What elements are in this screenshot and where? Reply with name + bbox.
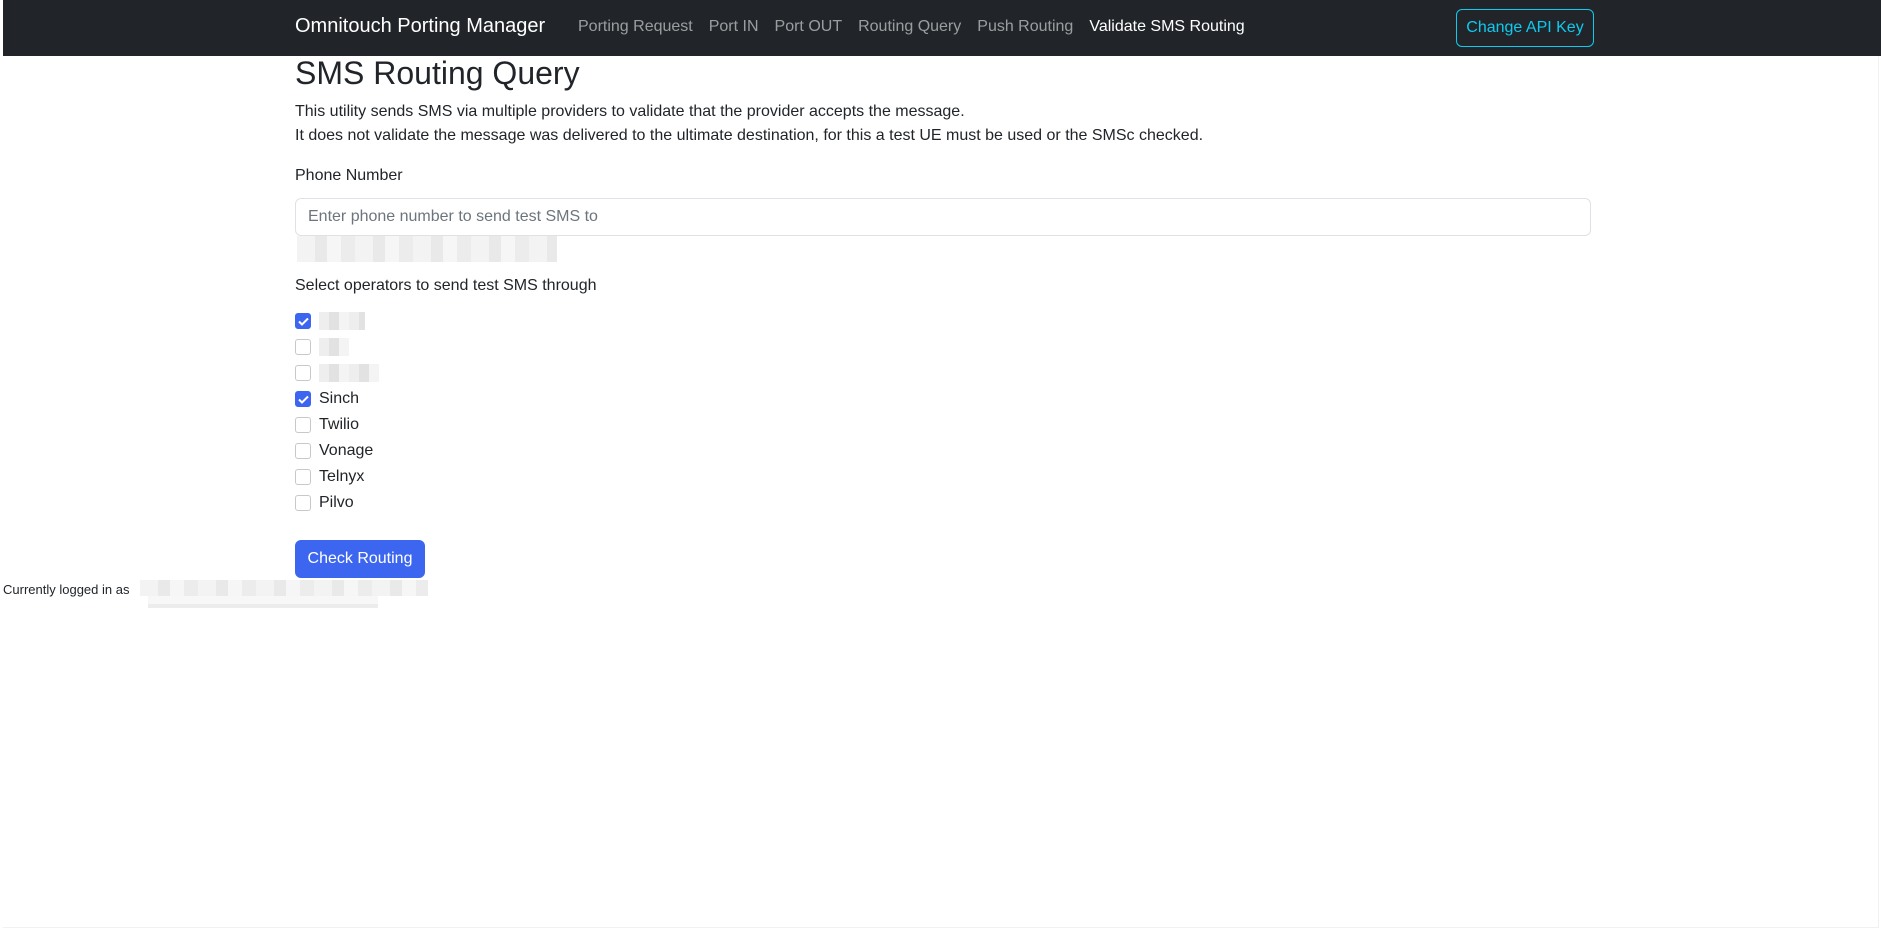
nav-link-routing-query[interactable]: Routing Query [858,18,961,36]
redacted-operator-name-2 [319,338,349,356]
operator-label-vonage: Vonage [319,442,374,459]
description-line-1: This utility sends SMS via multiple prov… [295,103,965,120]
operator-item-3[interactable] [295,360,379,386]
operator-checkbox-twilio[interactable] [295,417,311,433]
check-routing-button[interactable]: Check Routing [295,540,425,578]
operator-item-sinch[interactable]: Sinch [295,386,379,412]
operator-item-2[interactable] [295,334,379,360]
operator-checkbox-2[interactable] [295,339,311,355]
operator-item-pilvo[interactable]: Pilvo [295,490,379,516]
nav-link-push-routing[interactable]: Push Routing [977,18,1073,36]
description-line-2: It does not validate the message was del… [295,127,1204,144]
page-title: SMS Routing Query [295,55,580,91]
brand-link[interactable]: Omnitouch Porting Manager [295,15,545,38]
operator-label-pilvo: Pilvo [319,494,354,511]
nav-link-port-in[interactable]: Port IN [709,18,759,36]
operator-checkbox-telnyx[interactable] [295,469,311,485]
redacted-username [140,580,428,596]
nav-link-validate-sms-routing[interactable]: Validate SMS Routing [1089,18,1244,36]
redacted-operator-name-1 [319,312,365,330]
redacted-username-shadow [148,596,378,608]
change-api-key-button[interactable]: Change API Key [1456,9,1594,47]
top-navbar: Omnitouch Porting Manager Porting Reques… [3,0,1881,56]
operator-item-vonage[interactable]: Vonage [295,438,379,464]
operator-checkbox-sinch[interactable] [295,391,311,407]
operator-checkbox-1[interactable] [295,313,311,329]
logged-in-text: Currently logged in as [3,582,130,597]
operator-label-twilio: Twilio [319,416,360,433]
operator-item-1[interactable] [295,308,379,334]
operator-checkbox-vonage[interactable] [295,443,311,459]
operator-item-twilio[interactable]: Twilio [295,412,379,438]
nav-links: Porting Request Port IN Port OUT Routing… [578,18,1261,36]
nav-link-porting-request[interactable]: Porting Request [578,18,693,36]
phone-number-label: Phone Number [295,167,403,184]
operator-checkbox-3[interactable] [295,365,311,381]
operator-item-telnyx[interactable]: Telnyx [295,464,379,490]
redacted-operator-name-3 [319,364,379,382]
operators-label: Select operators to send test SMS throug… [295,277,597,294]
redacted-help-text [297,236,557,262]
operator-list: Sinch Twilio Vonage Telnyx Pilvo [295,308,379,516]
operator-label-telnyx: Telnyx [319,468,365,485]
operator-label-sinch: Sinch [319,390,360,407]
nav-link-port-out[interactable]: Port OUT [775,18,843,36]
operator-checkbox-pilvo[interactable] [295,495,311,511]
phone-number-input[interactable] [295,198,1591,236]
